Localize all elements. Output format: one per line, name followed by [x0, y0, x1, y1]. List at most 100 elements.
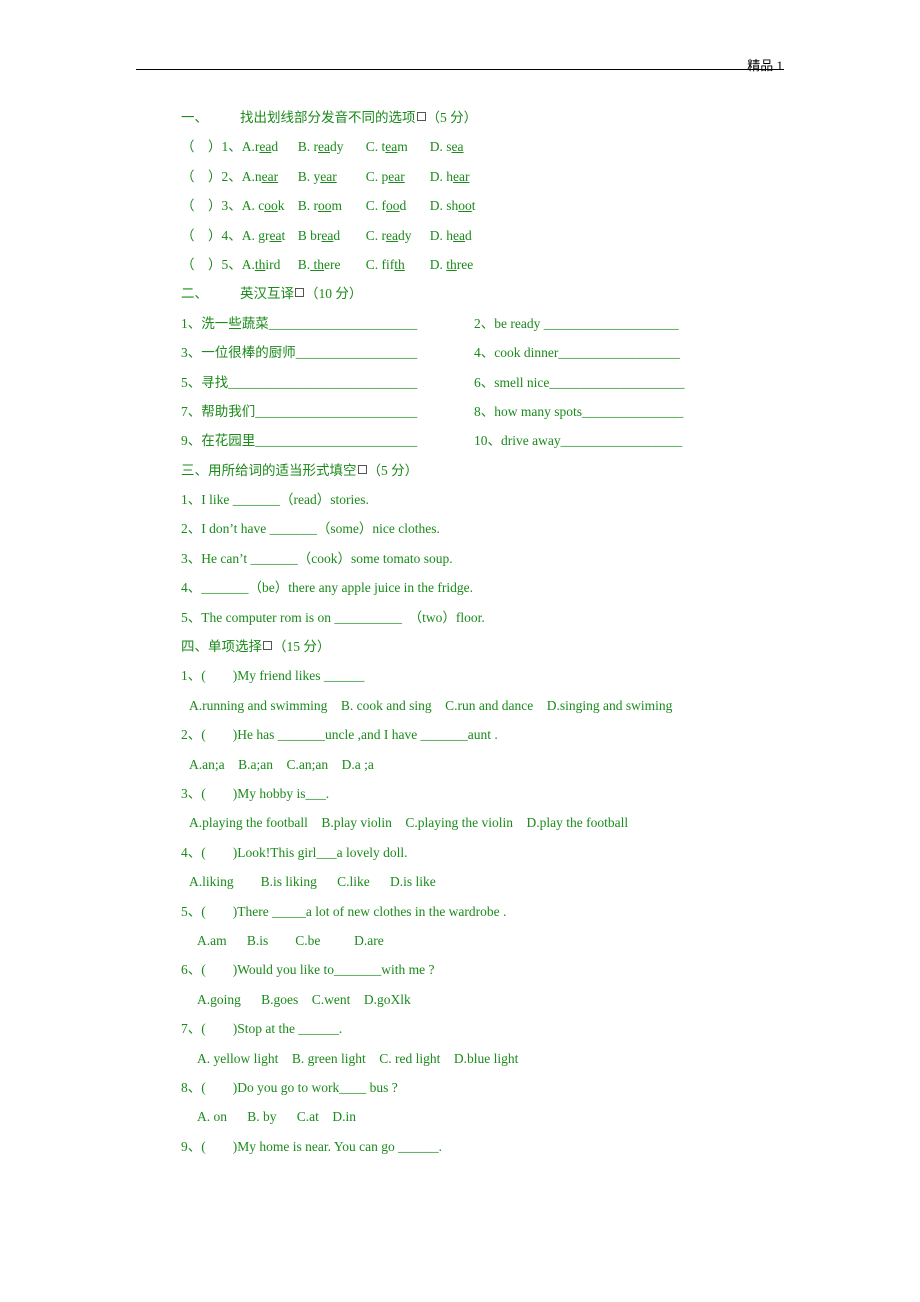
missing-glyph-icon: [416, 112, 426, 121]
option-a: A.near: [242, 167, 298, 187]
option-c: C. team: [366, 137, 430, 157]
section-score: （5 分）: [426, 110, 478, 125]
underlined-letters: ear: [453, 168, 470, 184]
option-text: B.: [297, 256, 311, 272]
option-d: D. three: [430, 255, 490, 275]
section3-title: 三、用所给词的适当形式填空 （5 分）: [181, 461, 781, 490]
section-score: （10 分）: [305, 286, 363, 302]
option-text: ere: [324, 256, 341, 272]
question-prefix: （ ）4、: [181, 227, 242, 243]
option-text: t: [281, 227, 286, 243]
option-text: ree: [456, 256, 474, 272]
translation-item: 3、一位很棒的厨师__________________: [181, 345, 418, 361]
section-title: 找出划线部分发音不同的选项: [240, 110, 416, 125]
underlined-letters: ea: [451, 139, 464, 155]
option-text: dy: [397, 227, 412, 243]
underlined-letters: th: [394, 256, 405, 272]
underlined-letters: ear: [388, 168, 405, 184]
choice-options: A.an;a B.a;an C.an;an D.a ;a: [189, 756, 374, 772]
option-b: B. room: [298, 196, 366, 216]
choice-options: A.liking B.is liking C.like D.is like: [189, 874, 436, 890]
pronunciation-question: （ ）1、A.read B. ready C. team D. sea: [181, 137, 781, 166]
option-text: m: [397, 139, 408, 155]
option-a: A.third: [242, 255, 298, 275]
choice-question: 3、( )My hobby is___.: [181, 785, 330, 801]
translation-item: 7、帮助我们________________________: [181, 403, 418, 419]
section-title: 四、单项选择: [181, 639, 262, 655]
underlined-letters: th: [446, 256, 457, 272]
missing-glyph-icon: [263, 641, 272, 651]
option-text: D. h: [429, 168, 453, 184]
section-score: （5 分）: [367, 462, 419, 478]
option-text: A.: [241, 256, 255, 272]
choice-options: A.playing the football B.play violin C.p…: [189, 815, 629, 831]
option-a: A.read: [242, 137, 298, 157]
translation-row: 1、洗一些蔬菜______________________ 2、be ready …: [181, 314, 781, 343]
option-text: m: [331, 198, 343, 214]
underlined-letters: oo: [458, 198, 472, 214]
option-text: D. s: [429, 139, 452, 155]
option-text: A.r: [241, 139, 260, 155]
choice-options: A.running and swimming B. cook and sing …: [189, 697, 673, 713]
option-text: A. gr: [241, 227, 270, 243]
translation-row: 5、寻找____________________________ 6、smell …: [181, 373, 781, 402]
option-c: C. fifth: [366, 255, 430, 275]
pronunciation-question: （ ）2、A.near B. year C. pear D. hear: [181, 167, 781, 196]
section1-title: 一、 找出划线部分发音不同的选项 （5 分）: [181, 108, 781, 137]
missing-glyph-icon: [357, 464, 367, 474]
option-c: C. pear: [366, 167, 430, 187]
choice-question: 1、( )My friend likes ______: [181, 668, 365, 684]
fill-blank-question: 5、The computer rom is on __________ （two…: [181, 609, 485, 625]
option-text: C. f: [365, 198, 386, 214]
option-b: B. year: [298, 167, 366, 187]
option-a: A. cook: [242, 196, 298, 216]
choice-question: 4、( )Look!This girl___a lovely doll.: [181, 844, 408, 860]
option-d: D. shoot: [430, 196, 490, 216]
question-prefix: （ ）3、: [181, 198, 242, 214]
fill-blank-question: 1、I like _______（read）stories.: [181, 492, 369, 508]
section-score: （15 分）: [273, 639, 331, 655]
translation-row: 9、在花园里________________________ 10、drive a…: [181, 431, 781, 460]
page-header-label: 精品 1: [747, 58, 783, 73]
missing-glyph-icon: [295, 288, 304, 298]
choice-options: A.am B.is C.be D.are: [197, 932, 384, 948]
choice-question: 2、( )He has _______uncle ,and I have ___…: [181, 727, 498, 743]
choice-question: 9、( )My home is near. You can go ______.: [181, 1138, 442, 1154]
fill-blank-question: 4、_______（be）there any apple juice in th…: [181, 580, 474, 596]
section-title: 英汉互译: [240, 286, 294, 302]
option-text: C. t: [365, 139, 386, 155]
section2-title: 二、 英汉互译 （10 分）: [181, 284, 781, 313]
choice-question: 6、( )Would you like to_______with me ?: [181, 962, 435, 978]
fill-blank-question: 3、He can’t _______（cook）some tomato soup…: [181, 550, 453, 566]
header-rule: [136, 69, 784, 70]
option-text: t: [471, 198, 476, 214]
option-text: D. h: [429, 227, 453, 243]
option-text: A.n: [241, 168, 262, 184]
option-text: C. fif: [365, 256, 395, 272]
option-text: C. p: [365, 168, 389, 184]
option-text: B. r: [297, 139, 318, 155]
translation-item: 5、寻找____________________________: [181, 374, 418, 390]
underlined-letters: oo: [264, 198, 278, 214]
translation-item: 2、be ready ____________________: [474, 315, 679, 331]
pronunciation-question: （ ）3、A. cook B. room C. food D. shoot: [181, 196, 781, 225]
pronunciation-question: （ ）5、A.third B. there C. fifth D. three: [181, 255, 781, 284]
question-prefix: （ ）2、: [181, 168, 242, 184]
translation-item: 4、cook dinner__________________: [474, 345, 680, 361]
underlined-letters: ea: [259, 139, 272, 155]
translation-item: 1、洗一些蔬菜______________________: [181, 315, 418, 331]
underlined-letters: ear: [261, 168, 279, 184]
underlined-letters: ea: [321, 227, 334, 243]
option-c: C. ready: [366, 226, 430, 246]
choice-options: A. yellow light B. green light C. red li…: [197, 1050, 519, 1066]
choice-options: A. on B. by C.at D.in: [197, 1109, 357, 1125]
choice-options: A.going B.goes C.went D.goXlk: [197, 991, 411, 1007]
question-prefix: （ ）5、: [181, 256, 242, 272]
section-number: 二、: [181, 286, 208, 302]
translation-item: 9、在花园里________________________: [181, 433, 418, 449]
option-text: d: [333, 227, 341, 243]
translation-row: 3、一位很棒的厨师__________________ 4、cook dinner…: [181, 343, 781, 372]
option-text: D.: [429, 256, 447, 272]
translation-item: 10、drive away__________________: [474, 433, 683, 449]
option-text: d: [271, 139, 279, 155]
